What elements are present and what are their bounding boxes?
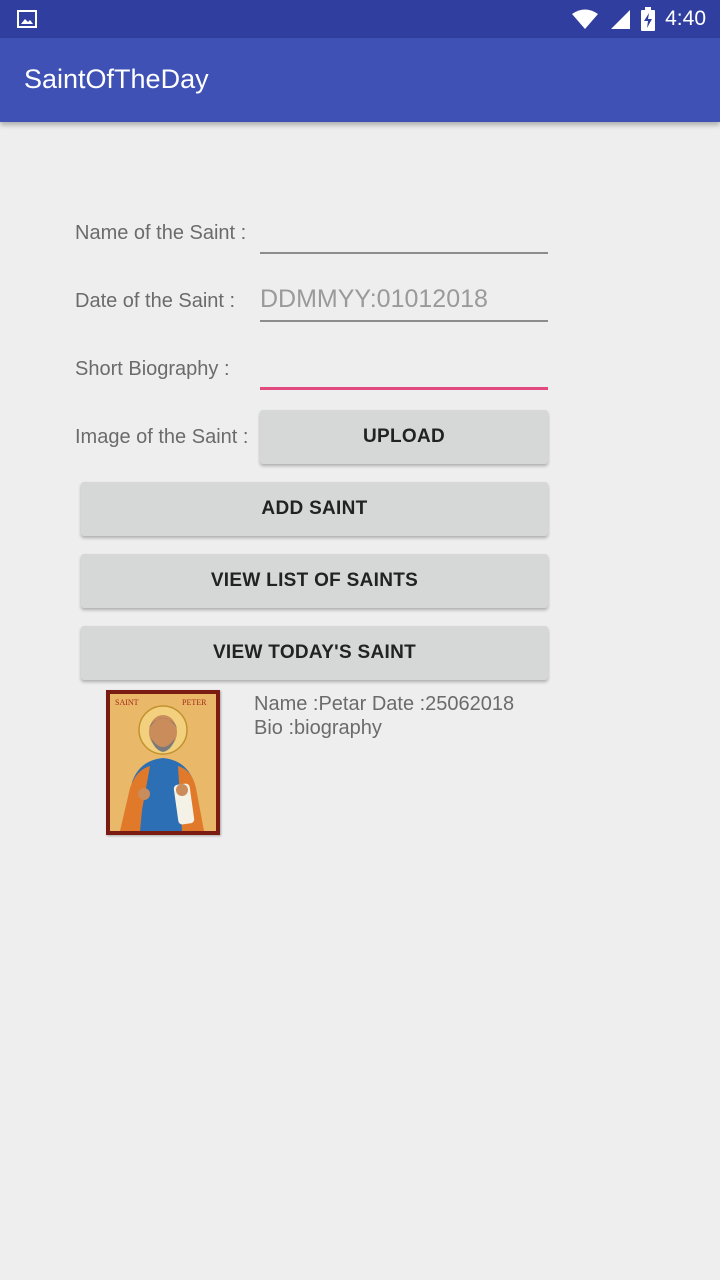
saint-info-line2: Bio :biography: [254, 717, 382, 739]
name-label: Name of the Saint :: [75, 222, 247, 244]
saint-info: Name :Petar Date :25062018 Bio :biograph…: [254, 692, 554, 740]
status-bar: 4:40: [0, 0, 720, 38]
image-label: Image of the Saint :: [75, 426, 249, 448]
wifi-icon: [571, 8, 599, 30]
image-caption-left: SAINT: [115, 698, 139, 707]
image-notification-icon: [16, 8, 38, 30]
add-saint-button[interactable]: ADD SAINT: [81, 482, 548, 536]
saint-info-line1: Name :Petar Date :25062018: [254, 693, 515, 715]
image-caption-right: PETER: [182, 698, 207, 707]
date-label: Date of the Saint :: [75, 290, 236, 312]
saint-name-input[interactable]: [260, 210, 548, 254]
app-bar: SaintOfTheDay: [0, 38, 720, 122]
upload-button[interactable]: UPLOAD: [260, 410, 548, 464]
status-time: 4:40: [665, 7, 706, 30]
battery-charging-icon: [641, 7, 656, 31]
biography-input[interactable]: [260, 346, 548, 390]
view-list-button[interactable]: VIEW LIST OF SAINTS: [81, 554, 548, 608]
saint-date-input[interactable]: [260, 278, 548, 322]
cell-signal-icon: [609, 8, 631, 30]
biography-label: Short Biography :: [75, 358, 230, 380]
saint-image: SAINT PETER: [106, 690, 220, 835]
app-title: SaintOfTheDay: [24, 64, 209, 94]
view-today-button[interactable]: VIEW TODAY'S SAINT: [81, 626, 548, 680]
